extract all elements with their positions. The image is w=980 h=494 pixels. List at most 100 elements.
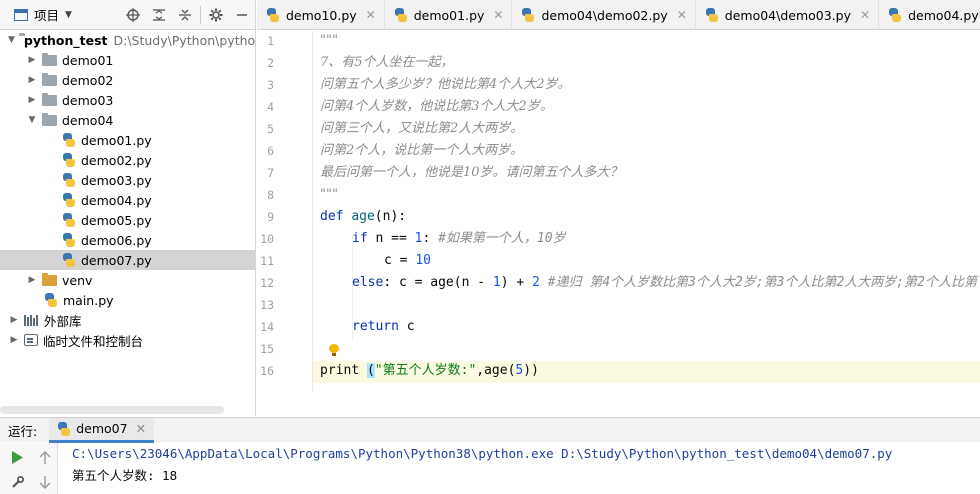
tab-label: demo04.py — [908, 7, 979, 23]
docstring-line: 最后问第一个人，他说是10岁。请问第五个人多大？ — [320, 165, 623, 180]
folder-name: demo02 — [62, 72, 114, 88]
file-name: main.py — [63, 292, 114, 308]
chevron-right-icon[interactable]: ▶ — [8, 334, 20, 346]
python-file-icon — [62, 253, 76, 267]
code-line-assign: c = 10 — [384, 250, 431, 272]
tree-external-libraries[interactable]: ▶ 外部库 — [0, 310, 255, 330]
tree-root-python-test[interactable]: ▼ python_test D:\Study\Python\pytho — [0, 30, 255, 50]
tab-demo04-demo03[interactable]: demo04\demo03.py ✕ — [696, 0, 880, 29]
tree-file-demo07[interactable]: demo07.py — [0, 250, 255, 270]
collapse-all-icon[interactable] — [172, 4, 198, 26]
project-view-selector[interactable]: 项目 ▼ — [0, 0, 72, 30]
file-name: demo05.py — [81, 212, 152, 228]
line-number: 16 — [260, 364, 274, 378]
run-tab-demo07[interactable]: demo07 ✕ — [49, 417, 155, 443]
tab-label: demo10.py — [286, 7, 357, 23]
chevron-right-icon[interactable]: ▶ — [26, 54, 38, 66]
chevron-down-icon[interactable]: ▼ — [8, 34, 15, 46]
tree-file-demo03[interactable]: demo03.py — [0, 170, 255, 190]
wrench-icon[interactable] — [8, 473, 26, 491]
python-file-icon — [62, 233, 76, 247]
project-toolbar: 项目 ▼ — [0, 0, 255, 30]
gear-icon[interactable] — [203, 4, 229, 26]
tree-folder-demo03[interactable]: ▶ demo03 — [0, 90, 255, 110]
docstring-line: 问第三个人，又说比第2人大两岁。 — [320, 121, 524, 136]
horizontal-scrollbar[interactable] — [0, 406, 224, 414]
tree-scratches[interactable]: ▶ 临时文件和控制台 — [0, 330, 255, 350]
lightbulb-icon[interactable] — [329, 344, 339, 357]
minimize-icon[interactable] — [229, 4, 255, 26]
tree-file-demo04[interactable]: demo04.py — [0, 190, 255, 210]
tree-file-demo02[interactable]: demo02.py — [0, 150, 255, 170]
function-name-token: age — [351, 209, 375, 224]
code-line-else: else: c = age(n - 1) + 2 #递归 第4个人岁数比第3个人… — [352, 272, 977, 294]
close-icon[interactable]: ✕ — [366, 8, 376, 22]
toolbar-divider — [200, 5, 201, 24]
code-line-return: return c — [352, 316, 415, 338]
close-icon[interactable]: ✕ — [677, 8, 687, 22]
line-number: 14 — [260, 320, 274, 334]
code-line-if: if n == 1: #如果第一个人，10岁 — [352, 228, 566, 250]
tree-folder-demo02[interactable]: ▶ demo02 — [0, 70, 255, 90]
rerun-icon[interactable] — [8, 448, 26, 466]
line-number: 15 — [260, 342, 274, 356]
folder-name: demo04 — [62, 112, 114, 128]
comment-token: #如果第一个人，10岁 — [438, 231, 566, 246]
folder-icon — [42, 112, 57, 126]
folder-name: demo03 — [62, 92, 114, 108]
arrow-down-icon[interactable] — [36, 473, 54, 491]
line-number: 4 — [267, 100, 274, 114]
code-token: n == — [367, 231, 415, 246]
tab-demo01[interactable]: demo01.py ✕ — [385, 0, 513, 29]
file-name: demo07.py — [81, 252, 152, 268]
project-panel: 项目 ▼ ▼ python_test D:\Study\Python\pytho… — [0, 0, 256, 416]
tab-demo10[interactable]: demo10.py ✕ — [257, 0, 385, 29]
chevron-right-icon[interactable]: ▶ — [26, 74, 38, 86]
tree-file-main[interactable]: main.py — [0, 290, 255, 310]
tab-demo04[interactable]: demo04.py ✕ — [879, 0, 980, 29]
run-label: 运行: — [8, 423, 38, 439]
docstring-line: """ — [320, 187, 338, 202]
run-console[interactable]: C:\Users\23046\AppData\Local\Programs\Py… — [59, 443, 980, 494]
folder-name: demo01 — [62, 52, 114, 68]
tree-file-demo06[interactable]: demo06.py — [0, 230, 255, 250]
python-file-icon — [394, 8, 408, 22]
tree-file-demo05[interactable]: demo05.py — [0, 210, 255, 230]
code-token: c — [398, 319, 415, 334]
close-icon[interactable]: ✕ — [493, 8, 503, 22]
tree-folder-demo04[interactable]: ▼ demo04 — [0, 110, 255, 130]
chevron-right-icon[interactable]: ▶ — [8, 314, 20, 326]
run-toolbar — [0, 443, 58, 494]
code-editor[interactable]: 1 2 3 4 5 6 7 8 9 10 11 12 13 14 15 16 "… — [257, 31, 980, 416]
line-number: 5 — [267, 122, 274, 136]
project-tree: ▼ python_test D:\Study\Python\pytho ▶ de… — [0, 30, 255, 350]
chevron-down-icon: ▼ — [65, 9, 72, 20]
line-number: 10 — [260, 232, 274, 246]
python-file-icon — [62, 173, 76, 187]
tab-demo04-demo02[interactable]: demo04\demo02.py ✕ — [512, 0, 696, 29]
line-number: 1 — [267, 34, 274, 48]
chevron-right-icon[interactable]: ▶ — [26, 94, 38, 106]
folder-icon — [42, 72, 57, 86]
python-file-icon — [44, 293, 58, 307]
close-icon[interactable]: ✕ — [860, 8, 870, 22]
tree-folder-demo01[interactable]: ▶ demo01 — [0, 50, 255, 70]
code-line-print: print ("第五个人岁数:",age(5)) — [320, 360, 539, 382]
python-file-icon — [888, 8, 902, 22]
chevron-right-icon[interactable]: ▶ — [26, 274, 38, 286]
folder-icon — [42, 272, 57, 286]
scratches-icon — [24, 334, 38, 346]
python-file-icon — [57, 421, 71, 436]
tree-file-demo01[interactable]: demo01.py — [0, 130, 255, 150]
line-number: 12 — [260, 276, 274, 290]
arrow-up-icon[interactable] — [36, 448, 54, 466]
line-number: 11 — [260, 254, 274, 268]
expand-all-icon[interactable] — [146, 4, 172, 26]
tree-folder-venv[interactable]: ▶ venv — [0, 270, 255, 290]
close-icon[interactable]: ✕ — [136, 421, 146, 436]
comment-token: #递归 第4个人岁数比第3个人大2岁;第3个人比第2人大两岁;第2个人比第 — [539, 275, 977, 290]
function-name-token: print — [320, 363, 360, 378]
file-name: demo06.py — [81, 232, 152, 248]
crosshair-icon[interactable] — [120, 4, 146, 26]
chevron-down-icon[interactable]: ▼ — [26, 114, 38, 126]
